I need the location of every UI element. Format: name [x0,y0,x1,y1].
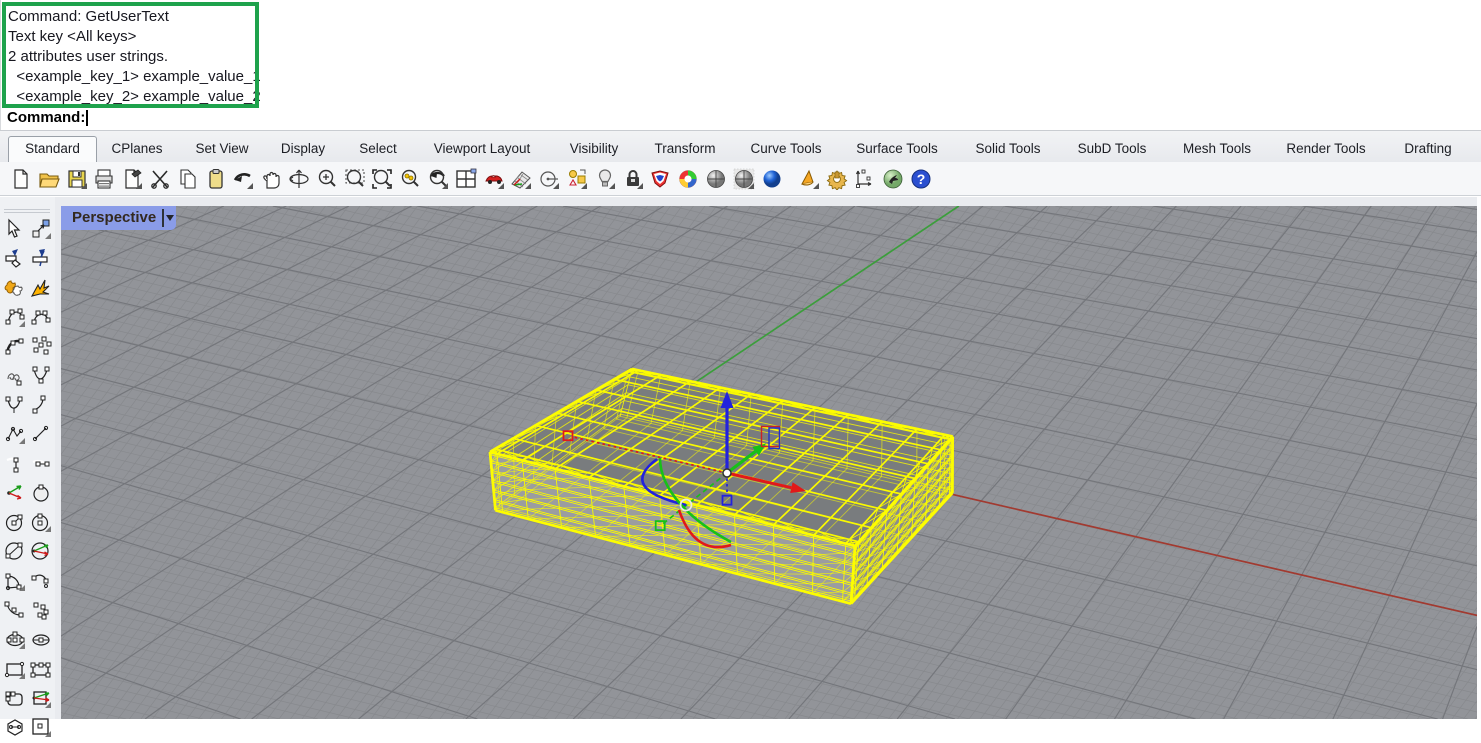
svg-text:?: ? [917,171,926,187]
